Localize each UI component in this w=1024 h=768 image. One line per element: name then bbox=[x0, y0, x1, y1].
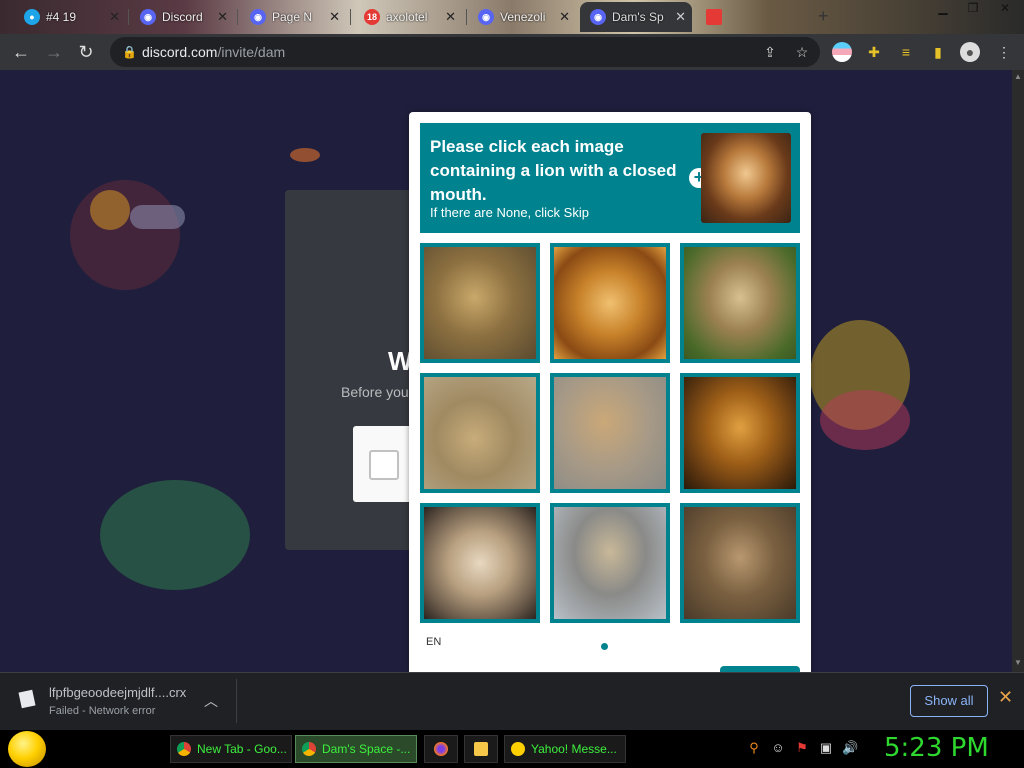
minimize-icon[interactable]: ▁ bbox=[928, 0, 958, 18]
grid-image-4[interactable] bbox=[420, 373, 540, 493]
grid-image-9[interactable] bbox=[680, 503, 800, 623]
grid-image-5[interactable] bbox=[550, 373, 670, 493]
scroll-up-arrow-icon[interactable]: ▲ bbox=[1012, 72, 1024, 81]
download-status: Failed - Network error bbox=[49, 705, 156, 717]
close-icon[interactable]: ✕ bbox=[445, 9, 456, 25]
tab-5[interactable]: ◉ Venezoli ✕ bbox=[468, 2, 576, 32]
close-icon[interactable]: ✕ bbox=[109, 9, 120, 25]
tab-strip: ● #4 19 ✕ ◉ Discord ✕ ◉ Page N ✕ 18 axol… bbox=[0, 0, 1024, 34]
file-icon bbox=[18, 689, 36, 709]
volume-icon[interactable]: 🔊 bbox=[842, 740, 858, 756]
start-button-smiley-icon[interactable] bbox=[8, 731, 46, 767]
grid-image-8[interactable] bbox=[550, 503, 670, 623]
chrome-icon bbox=[177, 742, 191, 756]
new-tab-button[interactable]: + bbox=[818, 6, 829, 27]
url-text: discord.com/invite/dam bbox=[142, 44, 286, 60]
browser-toolbar: ← → ↻ 🔒 discord.com/invite/dam ⇪ ☆ ✚ ≡ ▮… bbox=[0, 34, 1024, 70]
page-indicator-dot bbox=[601, 643, 608, 650]
download-bar: lfpfbgeoodeejmjdlf....crx Failed - Netwo… bbox=[0, 672, 1024, 730]
screen: ● #4 19 ✕ ◉ Discord ✕ ◉ Page N ✕ 18 axol… bbox=[0, 0, 1024, 768]
forward-arrow-icon[interactable]: → bbox=[42, 40, 66, 64]
network-icon[interactable]: ▣ bbox=[818, 740, 834, 756]
image-grid bbox=[420, 243, 800, 623]
back-arrow-icon[interactable]: ← bbox=[9, 40, 33, 64]
location-pin-icon: ● bbox=[24, 9, 40, 25]
flag-tray-icon[interactable]: ⚑ bbox=[794, 740, 810, 756]
discord-icon: ◉ bbox=[140, 9, 156, 25]
firefox-icon bbox=[434, 742, 448, 756]
decor-illustration bbox=[90, 190, 130, 230]
close-icon[interactable]: ✕ bbox=[675, 9, 686, 25]
decor-illustration bbox=[100, 480, 250, 590]
grid-image-6[interactable] bbox=[680, 373, 800, 493]
language-selector[interactable]: EN bbox=[426, 636, 441, 648]
chevron-up-icon[interactable]: ︿ bbox=[204, 691, 218, 711]
captcha-challenge-dialog: Please click each image containing a lio… bbox=[409, 112, 811, 674]
tab-3[interactable]: ◉ Page N ✕ bbox=[240, 2, 346, 32]
divider bbox=[236, 679, 237, 723]
star-icon[interactable]: ☆ bbox=[792, 42, 812, 62]
download-filename[interactable]: lfpfbgeoodeejmjdlf....crx bbox=[49, 685, 186, 700]
tab-1[interactable]: ● #4 19 ✕ bbox=[14, 2, 126, 32]
restore-icon[interactable]: ❐ bbox=[958, 0, 988, 18]
lock-icon: 🔒 bbox=[122, 45, 137, 59]
more-menu-icon[interactable]: ⋮ bbox=[994, 42, 1014, 62]
reload-icon[interactable]: ↻ bbox=[74, 40, 98, 64]
folder-icon bbox=[474, 742, 488, 756]
puzzle-icon[interactable]: ✚ bbox=[864, 42, 884, 62]
badge-icon: 18 bbox=[364, 9, 380, 25]
tab-7[interactable] bbox=[696, 2, 736, 32]
decor-illustration bbox=[820, 390, 910, 450]
taskbar-item-firefox[interactable] bbox=[424, 735, 458, 763]
taskbar-clock[interactable]: 5:23 PM bbox=[884, 733, 989, 763]
scroll-down-arrow-icon[interactable]: ▼ bbox=[1012, 658, 1024, 667]
captcha-checkbox[interactable] bbox=[369, 450, 399, 480]
taskbar-item-folder[interactable] bbox=[464, 735, 498, 763]
close-icon[interactable]: ✕ bbox=[998, 687, 1013, 708]
taskbar-item-new-tab[interactable]: New Tab - Goo... bbox=[170, 735, 292, 763]
flag-icon bbox=[706, 9, 722, 25]
profile-avatar-icon[interactable]: ● bbox=[960, 42, 980, 62]
taskbar-item-dams-space[interactable]: Dam's Space -... bbox=[295, 735, 417, 763]
close-icon[interactable]: ✕ bbox=[217, 9, 228, 25]
close-window-icon[interactable]: ✕ bbox=[990, 0, 1020, 18]
messenger-tray-icon[interactable]: ☺ bbox=[770, 740, 786, 756]
prompt-text: Please click each image containing a lio… bbox=[430, 137, 677, 204]
show-all-button[interactable]: Show all bbox=[910, 685, 988, 717]
tab-4[interactable]: 18 axolotel ✕ bbox=[354, 2, 462, 32]
chrome-icon bbox=[302, 742, 316, 756]
share-icon[interactable]: ⇪ bbox=[760, 42, 780, 62]
challenge-prompt: Please click each image containing a lio… bbox=[420, 123, 800, 233]
decor-illustration bbox=[290, 148, 320, 162]
search-icon[interactable]: ⚲ bbox=[746, 740, 762, 756]
media-icon[interactable]: ≡ bbox=[896, 42, 916, 62]
taskbar: New Tab - Goo... Dam's Space -... Yahoo!… bbox=[0, 730, 1024, 768]
grid-image-1[interactable] bbox=[420, 243, 540, 363]
tab-active[interactable]: ◉ Dam's Sp ✕ bbox=[580, 2, 692, 32]
grid-image-7[interactable] bbox=[420, 503, 540, 623]
discord-icon: ◉ bbox=[478, 9, 494, 25]
extension-flag-icon[interactable] bbox=[832, 42, 852, 62]
grid-image-2[interactable] bbox=[550, 243, 670, 363]
sidebar-icon[interactable]: ▮ bbox=[928, 42, 948, 62]
speech-bubble-decor bbox=[130, 205, 185, 229]
prompt-hint: If there are None, click Skip bbox=[430, 205, 589, 220]
discord-icon: ◉ bbox=[250, 9, 266, 25]
grid-image-3[interactable] bbox=[680, 243, 800, 363]
close-icon[interactable]: ✕ bbox=[559, 9, 570, 25]
address-bar[interactable]: 🔒 discord.com/invite/dam bbox=[110, 37, 820, 67]
yahoo-messenger-icon bbox=[511, 742, 525, 756]
taskbar-item-yahoo-messenger[interactable]: Yahoo! Messe... bbox=[504, 735, 626, 763]
close-icon[interactable]: ✕ bbox=[329, 9, 340, 25]
tab-2[interactable]: ◉ Discord ✕ bbox=[130, 2, 234, 32]
discord-icon: ◉ bbox=[590, 9, 606, 25]
page-scrollbar[interactable]: ▲ ▼ bbox=[1012, 70, 1024, 672]
example-lion-image bbox=[701, 133, 791, 223]
invite-subtext: Before you bbox=[341, 384, 409, 400]
